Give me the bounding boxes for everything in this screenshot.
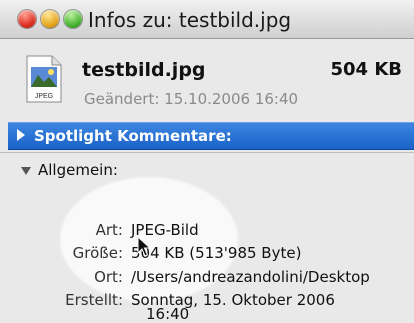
modified-date: Geändert: 15.10.2006 16:40 [84,90,299,108]
file-type-label: JPEG [35,93,53,100]
zoom-button[interactable] [64,10,82,28]
file-name: testbild.jpg [82,59,206,81]
created-time-value: 16:40 [146,305,190,323]
location-label: Ort: [94,268,123,286]
spotlight-comments-header[interactable]: Spotlight Kommentare: [8,122,414,150]
disclosure-triangle-down-icon[interactable] [20,166,32,176]
jpeg-file-icon: JPEG [26,55,62,103]
file-size: 504 KB [330,59,402,80]
general-section-label: Allgemein: [38,161,118,179]
window-title: Infos zu: testbild.jpg [88,8,292,32]
close-button[interactable] [18,10,36,28]
size-label: Größe: [72,244,123,262]
minimize-button[interactable] [41,10,59,28]
file-header: JPEG testbild.jpg 504 KB Geändert: 15.10… [0,39,414,121]
created-label: Erstellt: [65,291,123,309]
divider [0,152,414,153]
location-value: /Users/andreazandolini/Desktop [131,268,370,286]
kind-label: Art: [95,221,123,239]
spotlight-comments-label: Spotlight Kommentare: [34,127,232,145]
disclosure-triangle-right-icon [17,129,25,141]
window-titlebar: Infos zu: testbild.jpg [0,0,414,39]
size-value: 504 KB (513'985 Byte) [131,244,302,262]
mouse-pointer-icon [137,236,151,257]
